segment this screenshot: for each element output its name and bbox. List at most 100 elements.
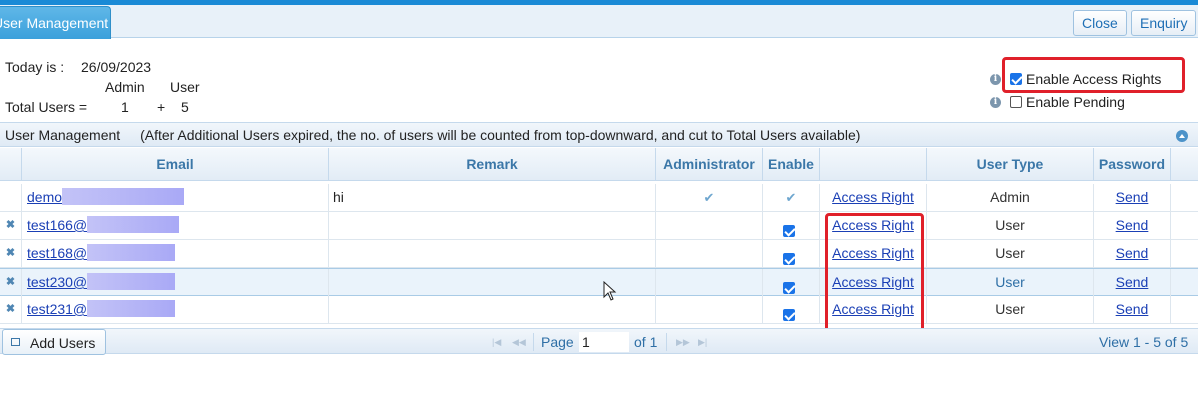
- send-password-link[interactable]: Send: [1116, 274, 1149, 290]
- redacted-mask: [62, 188, 185, 206]
- check-icon: ✔: [785, 190, 797, 205]
- email-link[interactable]: demo: [27, 189, 62, 205]
- enable-cell: [763, 296, 820, 323]
- total-users-label: Total Users =: [5, 99, 88, 115]
- send-password-link[interactable]: Send: [1116, 301, 1149, 317]
- tab-label: User Management: [0, 15, 109, 31]
- enable-cell: [763, 269, 820, 296]
- first-page-icon[interactable]: |◀: [492, 337, 501, 348]
- delete-icon[interactable]: ✖: [6, 247, 15, 259]
- delete-cell: ✖: [0, 240, 22, 267]
- redacted-mask: [87, 216, 180, 234]
- access-right-link[interactable]: Access Right: [832, 189, 914, 205]
- header-access: [820, 148, 927, 181]
- email-cell: test230@: [22, 269, 329, 296]
- password-cell: Send: [1094, 212, 1171, 239]
- user-type-cell: User: [927, 212, 1094, 239]
- grid-caption: User Management (After Additional Users …: [0, 122, 1198, 147]
- admin-count: 1: [121, 99, 129, 115]
- user-type-cell: User: [927, 269, 1094, 296]
- enable-checkbox[interactable]: [783, 225, 795, 237]
- grid-caption-note: (After Additional Users expired, the no.…: [140, 127, 861, 143]
- email-link[interactable]: test230@: [27, 274, 87, 290]
- password-cell: Send: [1094, 184, 1171, 211]
- close-button[interactable]: Close: [1073, 10, 1127, 36]
- enable-checkbox[interactable]: [783, 282, 795, 294]
- next-page-icon[interactable]: ▶▶: [676, 337, 690, 348]
- password-cell: Send: [1094, 296, 1171, 323]
- header-user-type[interactable]: User Type: [927, 148, 1094, 181]
- user-type-cell: User: [927, 296, 1094, 323]
- administrator-cell: [656, 240, 763, 267]
- info-icon[interactable]: i: [990, 96, 1001, 108]
- delete-cell: ✖: [0, 269, 22, 296]
- user-column-header: User: [170, 79, 200, 95]
- header-remark[interactable]: Remark: [329, 148, 656, 181]
- administrator-cell: ✔: [656, 184, 763, 211]
- tab-strip: [0, 5, 1198, 38]
- add-users-button[interactable]: Add Users: [2, 329, 106, 355]
- administrator-cell: [656, 269, 763, 296]
- send-password-link[interactable]: Send: [1116, 245, 1149, 261]
- highlight-box: [1002, 57, 1185, 93]
- enable-pending-label: Enable Pending: [1026, 94, 1125, 110]
- tab-user-management[interactable]: User Management: [0, 6, 111, 39]
- administrator-cell: [656, 296, 763, 323]
- mouse-cursor-icon: [603, 281, 617, 301]
- send-password-link[interactable]: Send: [1116, 217, 1149, 233]
- enable-cell: [763, 212, 820, 239]
- delete-cell: [0, 184, 22, 211]
- email-link[interactable]: test168@: [27, 245, 87, 261]
- page-number-input[interactable]: [579, 332, 629, 352]
- add-icon: [11, 338, 20, 346]
- access-cell: Access Right: [820, 184, 927, 211]
- header-administrator[interactable]: Administrator: [656, 148, 763, 181]
- administrator-cell: [656, 212, 763, 239]
- view-range-label: View 1 - 5 of 5: [1099, 334, 1189, 350]
- add-users-label: Add Users: [30, 335, 96, 351]
- email-cell: test166@: [22, 212, 329, 239]
- delete-cell: ✖: [0, 212, 22, 239]
- email-cell: test168@: [22, 240, 329, 267]
- page-label: Page: [541, 334, 574, 350]
- enable-pending-option: i Enable Pending: [990, 94, 1125, 110]
- enable-pending-checkbox[interactable]: [1010, 96, 1022, 108]
- today-value: 26/09/2023: [81, 59, 152, 75]
- plus-sign: +: [157, 99, 166, 115]
- enable-checkbox[interactable]: [783, 253, 795, 265]
- header-filler: [1171, 148, 1198, 181]
- prev-page-icon[interactable]: ◀◀: [512, 337, 526, 348]
- redacted-mask: [87, 273, 176, 291]
- header-enable[interactable]: Enable: [763, 148, 820, 181]
- user-count: 5: [181, 99, 189, 115]
- enable-checkbox[interactable]: [783, 309, 795, 321]
- delete-icon[interactable]: ✖: [6, 276, 15, 288]
- enquiry-button[interactable]: Enquiry: [1131, 10, 1197, 36]
- collapse-icon[interactable]: [1176, 130, 1188, 142]
- table-row[interactable]: ✖ test168@ Access Right User Send: [0, 240, 1198, 268]
- header-password[interactable]: Password: [1094, 148, 1171, 181]
- header-email[interactable]: Email: [22, 148, 329, 181]
- email-link[interactable]: test231@: [27, 301, 87, 317]
- delete-cell: ✖: [0, 296, 22, 323]
- info-icon[interactable]: i: [990, 73, 1001, 85]
- redacted-mask: [87, 244, 176, 262]
- highlight-box: [825, 213, 924, 340]
- grid-caption-title: User Management: [5, 127, 121, 143]
- table-row[interactable]: ✖ test231@ Access Right User Send: [0, 296, 1198, 324]
- email-link[interactable]: test166@: [27, 217, 87, 233]
- send-password-link[interactable]: Send: [1116, 189, 1149, 205]
- user-type-cell: User: [927, 240, 1094, 267]
- grid-footer: Add Users |◀ ◀◀ Page of 1 ▶▶ ▶| View 1 -…: [0, 328, 1198, 355]
- header-delete: [0, 148, 22, 181]
- last-page-icon[interactable]: ▶|: [698, 337, 707, 348]
- table-row[interactable]: demo hi ✔ ✔ Access Right Admin Send: [0, 184, 1198, 212]
- email-cell: demo: [22, 184, 329, 211]
- table-row[interactable]: ✖ test230@ Access Right User Send: [0, 268, 1198, 296]
- email-cell: test231@: [22, 296, 329, 323]
- delete-icon[interactable]: ✖: [6, 219, 15, 231]
- divider: [533, 333, 534, 351]
- table-row[interactable]: ✖ test166@ Access Right User Send: [0, 212, 1198, 240]
- delete-icon[interactable]: ✖: [6, 303, 15, 315]
- remark-cell: [329, 240, 656, 267]
